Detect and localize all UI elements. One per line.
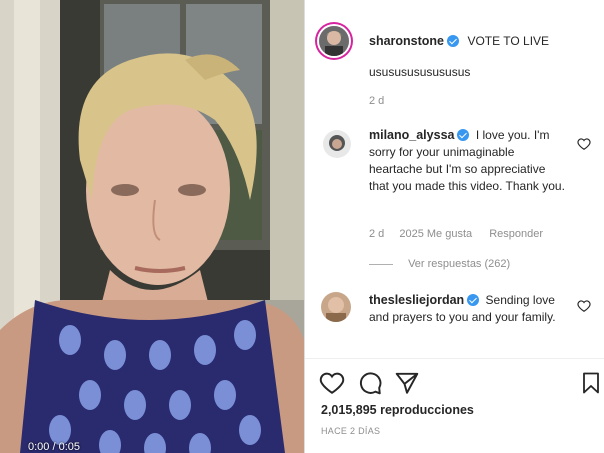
view-replies[interactable]: Ver respuestas (262)	[369, 258, 510, 270]
author-username[interactable]: sharonstone	[369, 34, 444, 48]
comment-icon[interactable]	[357, 370, 383, 396]
view-replies-line	[369, 263, 393, 265]
reply-button[interactable]: Responder	[489, 228, 543, 240]
video-timecode: 0:00 / 0:05	[28, 441, 80, 453]
post-panel: sharonstone VOTE TO LIVE usususususususu…	[304, 0, 604, 453]
verified-icon	[447, 35, 460, 47]
caption-text: usususususususus	[369, 65, 471, 79]
video-player[interactable]: 0:00 / 0:05	[0, 0, 304, 453]
post-date: HACE 2 DÍAS	[321, 426, 381, 436]
like-comment-icon[interactable]	[577, 137, 591, 151]
comment-body: milano_alyssa I love you. I'm sorry for …	[369, 127, 565, 195]
author-avatar[interactable]	[319, 26, 349, 56]
video-frame	[0, 0, 304, 453]
comment-username[interactable]: theslesliejordan	[369, 293, 464, 307]
comment-avatar[interactable]	[323, 130, 351, 158]
caption-title: VOTE TO LIVE	[467, 34, 550, 48]
bookmark-icon[interactable]	[579, 370, 603, 396]
comment-avatar[interactable]	[321, 292, 351, 322]
actions-divider	[305, 358, 604, 359]
comment-username[interactable]: milano_alyssa	[369, 128, 454, 142]
verified-icon	[457, 129, 470, 141]
comment-likes[interactable]: 2025 Me gusta	[399, 228, 472, 240]
view-replies-label: Ver respuestas (262)	[408, 258, 511, 270]
view-count[interactable]: 2,015,895 reproducciones	[321, 403, 474, 417]
like-comment-icon[interactable]	[577, 299, 591, 313]
avatar-image	[321, 292, 351, 322]
avatar-image	[323, 130, 351, 158]
comment-time: 2 d	[369, 228, 385, 240]
share-icon[interactable]	[394, 370, 420, 396]
comment-actions: 2 d 2025 Me gusta Responder	[369, 228, 543, 240]
caption-header: sharonstone VOTE TO LIVE	[369, 32, 549, 50]
caption-time: 2 d	[369, 95, 385, 107]
avatar-image	[319, 26, 349, 56]
verified-icon	[467, 294, 480, 306]
heart-icon[interactable]	[319, 370, 345, 396]
comment-body: theslesliejordan Sending love and prayer…	[369, 292, 565, 326]
